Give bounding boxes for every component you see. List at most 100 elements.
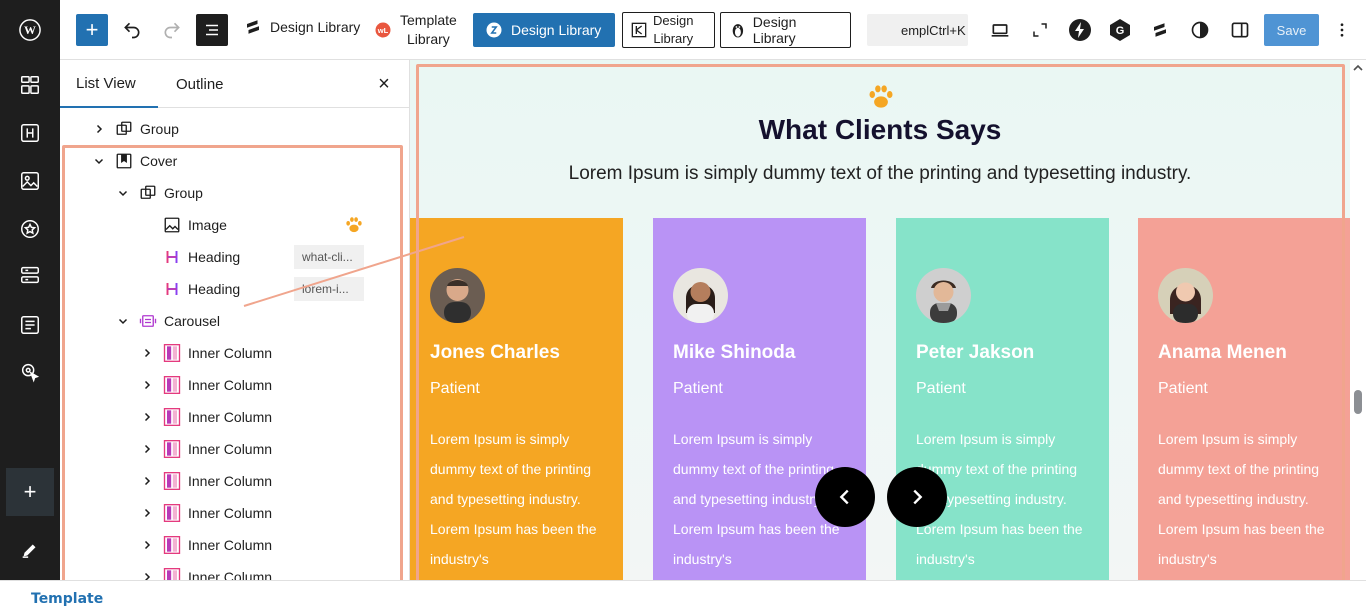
heading-block-icon[interactable] (0, 113, 60, 153)
chevron-right-icon[interactable] (140, 442, 154, 456)
design-library-button-3[interactable]: Design Library (622, 12, 715, 48)
kadence-logo-icon (631, 22, 647, 38)
scroll-thumb[interactable] (1354, 390, 1362, 414)
document-list-icon[interactable] (0, 305, 60, 345)
star-badge-icon[interactable] (0, 209, 60, 249)
command-search-field[interactable]: emplCtrl+K (867, 14, 968, 46)
chevron-down-icon[interactable] (116, 186, 130, 200)
scroll-up-icon[interactable] (1350, 62, 1366, 74)
tree-item-inner-column[interactable]: Inner Column (60, 401, 409, 433)
breadcrumb-template[interactable]: Template (31, 591, 103, 607)
tree-item-label: Carousel (164, 313, 221, 329)
g-hexagon-icon[interactable]: G (1104, 14, 1136, 46)
tree-item-carousel[interactable]: Carousel (60, 305, 409, 337)
tree-item-label: Cover (140, 153, 178, 169)
design-library-button-2[interactable]: Design Library (473, 13, 615, 47)
svg-text:W: W (24, 23, 36, 37)
design-library-label-3-top: Design (653, 13, 694, 28)
bolt-plugin-icon[interactable] (1064, 14, 1096, 46)
testimonial-card[interactable]: Anama Menen Patient Lorem Ipsum is simpl… (1138, 218, 1350, 580)
stackable-settings-icon[interactable] (1144, 14, 1176, 46)
testimonial-card[interactable]: Peter Jakson Patient Lorem Ipsum is simp… (896, 218, 1109, 580)
close-icon[interactable]: × (374, 73, 394, 95)
client-name: Mike Shinoda (673, 342, 796, 363)
tree-item-label: Group (140, 121, 179, 137)
template-library-label-top: Template (400, 12, 457, 28)
chevron-right-icon[interactable] (140, 538, 154, 552)
testimonial-section[interactable]: What Clients Says Lorem Ipsum is simply … (410, 60, 1350, 580)
canvas-scrollbar[interactable] (1350, 60, 1366, 580)
block-inserter-button[interactable]: + (76, 14, 108, 46)
image-icon (162, 215, 182, 235)
client-role: Patient (916, 380, 966, 397)
stackable-logo-icon (247, 20, 259, 34)
design-library-label-1: Design Library (270, 19, 361, 35)
patterns-icon[interactable] (0, 65, 60, 105)
carousel-icon (138, 311, 158, 331)
sidebar-toggle-icon[interactable] (1224, 14, 1256, 46)
tree-item-heading[interactable]: Heading what-cli... (60, 241, 409, 273)
section-heading[interactable]: What Clients Says (410, 114, 1350, 146)
save-button[interactable]: Save (1264, 14, 1319, 46)
desktop-preview-icon[interactable] (984, 14, 1016, 46)
tab-list-view[interactable]: List View (60, 60, 158, 108)
redo-icon[interactable] (156, 14, 188, 46)
chevron-right-icon[interactable] (140, 378, 154, 392)
tree-item-label: Inner Column (188, 569, 273, 580)
cursor-click-icon[interactable] (0, 352, 60, 392)
list-view-panel: List View Outline × Group Cover Group Image… (60, 60, 410, 580)
column-icon (162, 343, 182, 363)
penguin-logo-icon (732, 24, 744, 38)
tree-item-inner-column[interactable]: Inner Column (60, 529, 409, 561)
tree-item-inner-column[interactable]: Inner Column (60, 433, 409, 465)
layout-rows-icon[interactable] (0, 255, 60, 295)
design-library-button-1[interactable]: Design Library (244, 18, 360, 36)
testimonial-card[interactable]: Mike Shinoda Patient Lorem Ipsum is simp… (653, 218, 866, 580)
contrast-styles-icon[interactable] (1184, 14, 1216, 46)
design-library-label-4: Design Library (752, 14, 797, 46)
tree-item-image[interactable]: Image (60, 209, 409, 241)
chevron-left-icon (839, 489, 849, 505)
section-subheading[interactable]: Lorem Ipsum is simply dummy text of the … (410, 163, 1350, 185)
edit-pencil-icon[interactable] (0, 530, 60, 570)
tree-item-label: Heading (188, 281, 241, 297)
media-icon[interactable] (0, 161, 60, 201)
editor-canvas: What Clients Says Lorem Ipsum is simply … (410, 60, 1350, 580)
tab-outline[interactable]: Outline (176, 60, 224, 108)
tree-item-inner-column[interactable]: Inner Column (60, 497, 409, 529)
chevron-right-icon[interactable] (92, 122, 106, 136)
chevron-right-icon[interactable] (140, 346, 154, 360)
chevron-right-icon[interactable] (140, 506, 154, 520)
carousel-prev-button[interactable] (815, 467, 875, 527)
design-library-button-4[interactable]: Design Library (720, 12, 851, 48)
tree-item-inner-column[interactable]: Inner Column (60, 465, 409, 497)
template-library-button[interactable]: wL Template Library (374, 11, 457, 49)
tree-item-group[interactable]: Group (60, 177, 409, 209)
tree-item-inner-column[interactable]: Inner Column (60, 561, 409, 580)
client-quote: Lorem Ipsum is simply dummy text of the … (1158, 431, 1325, 567)
tree-item-inner-column[interactable]: Inner Column (60, 337, 409, 369)
chevron-right-icon[interactable] (140, 410, 154, 424)
chevron-right-icon[interactable] (140, 570, 154, 580)
chevron-right-icon[interactable] (140, 474, 154, 488)
avatar (1158, 268, 1213, 323)
admin-rail: W + (0, 0, 60, 580)
column-icon (162, 503, 182, 523)
document-overview-icon[interactable] (196, 14, 228, 46)
testimonial-card[interactable]: Jones Charles Patient Lorem Ipsum is sim… (410, 218, 623, 580)
wordpress-logo-icon[interactable]: W (0, 10, 60, 50)
tree-item-label: Inner Column (188, 537, 273, 553)
tree-item-group[interactable]: Group (60, 113, 409, 145)
chevron-down-icon[interactable] (92, 154, 106, 168)
tree-item-cover[interactable]: Cover (60, 145, 409, 177)
client-quote: Lorem Ipsum is simply dummy text of the … (430, 431, 597, 567)
options-menu-icon[interactable] (1326, 14, 1358, 46)
column-icon (162, 375, 182, 395)
tree-item-inner-column[interactable]: Inner Column (60, 369, 409, 401)
fullscreen-icon[interactable] (1024, 14, 1056, 46)
tree-item-heading[interactable]: Heading lorem-i... (60, 273, 409, 305)
chevron-down-icon[interactable] (116, 314, 130, 328)
undo-icon[interactable] (116, 14, 148, 46)
carousel-next-button[interactable] (887, 467, 947, 527)
add-block-icon[interactable]: + (6, 468, 54, 516)
